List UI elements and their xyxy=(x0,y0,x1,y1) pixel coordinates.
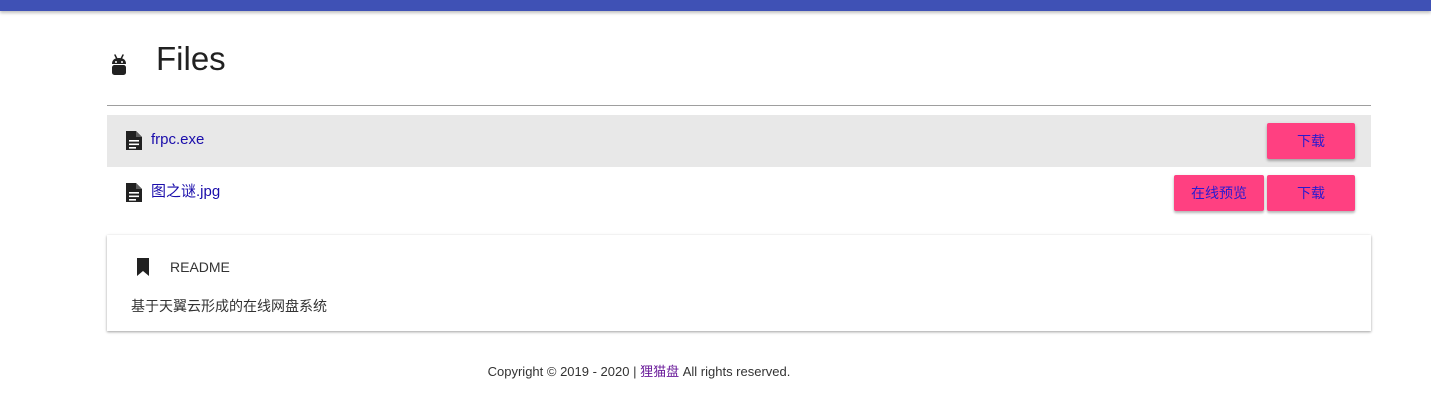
android-icon xyxy=(112,54,126,75)
bookmark-icon xyxy=(137,258,149,276)
file-link[interactable]: frpc.exe xyxy=(151,131,204,149)
top-app-bar xyxy=(0,0,1431,11)
file-link[interactable]: 图之谜.jpg xyxy=(151,183,220,201)
readme-body: 基于天翼云形成的在线网盘系统 xyxy=(131,298,327,314)
file-icon xyxy=(126,131,142,150)
footer: Copyright © 2019 - 2020 | 狸猫盘 All rights… xyxy=(0,364,1278,380)
page-title: Files xyxy=(156,40,226,77)
preview-button[interactable]: 在线预览 xyxy=(1174,175,1264,211)
download-button[interactable]: 下载 xyxy=(1267,123,1355,159)
brand-link[interactable]: 狸猫盘 xyxy=(640,364,679,379)
copyright-text: Copyright © 2019 - 2020 | xyxy=(487,364,637,379)
download-button[interactable]: 下载 xyxy=(1267,175,1355,211)
rights-text: All rights reserved. xyxy=(682,364,791,379)
main-container: Files frpc.exe 下载 图之谜.jpg ; xyxy=(107,11,1371,331)
file-icon xyxy=(126,183,142,202)
file-row: 图之谜.jpg ; 在线预览 下载 xyxy=(107,167,1371,219)
file-list: frpc.exe 下载 图之谜.jpg ; 在线预览 下载 xyxy=(107,115,1371,219)
readme-title: README xyxy=(170,259,230,275)
readme-card: README 基于天翼云形成的在线网盘系统 xyxy=(107,235,1371,331)
page-header: Files xyxy=(107,11,1371,106)
file-row: frpc.exe 下载 xyxy=(107,115,1371,167)
